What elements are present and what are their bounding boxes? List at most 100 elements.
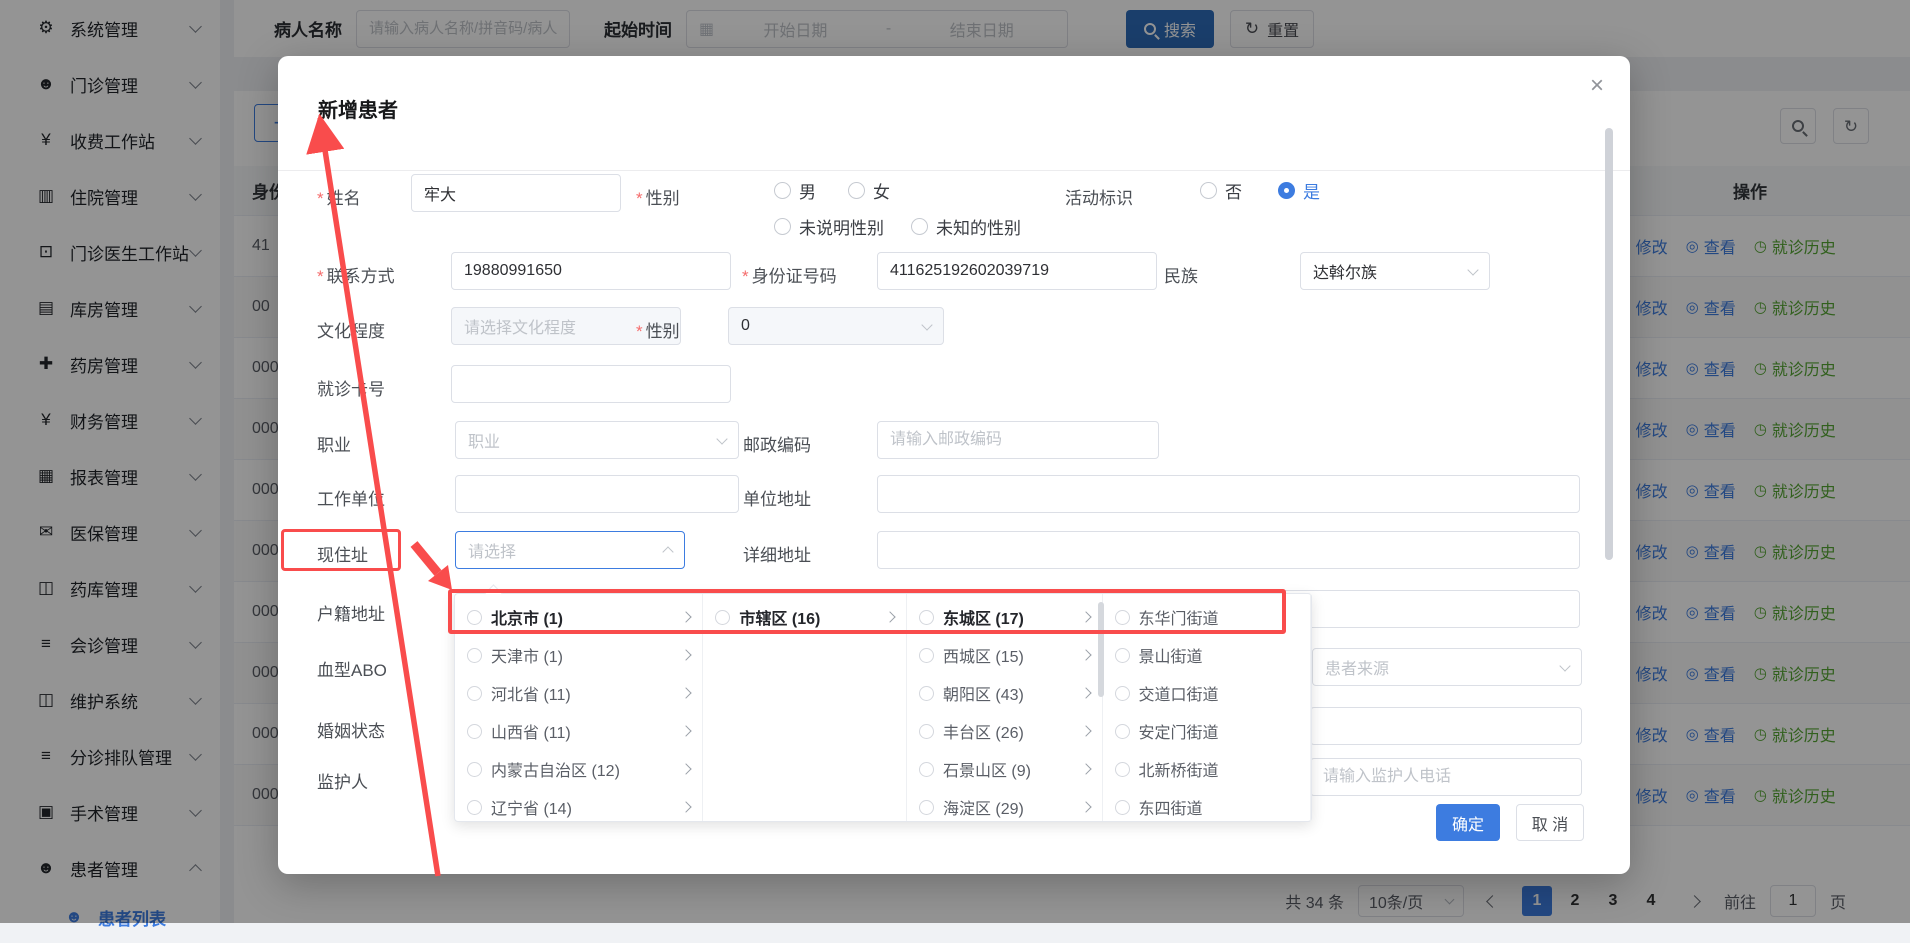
radio-icon [919,686,934,701]
unit-address-input[interactable] [877,475,1580,513]
chevron-right-icon [1080,687,1091,698]
cascader-option[interactable]: 东华门街道 [1103,598,1311,636]
radio-icon [1115,610,1130,625]
gender-radio-male[interactable]: 男 [774,178,816,203]
ethnicity-label: 民族 [1164,262,1198,287]
unit-address-label: 单位地址 [743,485,811,510]
active-flag-label: 活动标识 [1065,184,1133,209]
close-icon[interactable]: × [1590,74,1604,98]
detail-address-label: 详细地址 [743,541,811,566]
chevron-down-icon [921,319,932,330]
radio-icon [1115,800,1130,815]
cascader-option[interactable]: 东城区 (17) [907,598,1102,636]
modal-title: 新增患者 [318,94,398,123]
detail-address-input[interactable] [877,531,1580,569]
cascader-option[interactable]: 石景山区 (9) [907,750,1102,788]
radio-icon [919,610,934,625]
id-number-label: *身份证号码 [742,262,837,287]
radio-icon [467,800,482,815]
id-number-input[interactable] [877,252,1157,290]
cascader-option[interactable]: 东四街道 [1103,788,1311,821]
cascader-option[interactable]: 北新桥街道 [1103,750,1311,788]
gender-radio-female[interactable]: 女 [848,178,890,203]
occupation-select[interactable]: 职业 [455,421,739,459]
cascader-option[interactable]: 海淀区 (29) [907,788,1102,821]
gender-label: *性别 [636,184,680,209]
ethnicity-select[interactable]: 达斡尔族 [1300,252,1490,290]
radio-icon [467,648,482,663]
gender-code-select[interactable]: 0 [728,307,944,345]
name-input[interactable] [411,174,621,212]
address-cascader-panel: 北京市 (1) 天津市 (1) 河北省 (11) 山西省 [454,593,1312,822]
cascader-option[interactable]: 北京市 (1) [455,598,702,636]
chevron-right-icon [1080,725,1091,736]
cascader-option[interactable]: 安定门街道 [1103,712,1311,750]
guardian-phone-input[interactable] [1310,758,1582,796]
patient-source-select[interactable]: 患者来源 [1312,648,1582,686]
work-unit-label: 工作单位 [317,485,385,510]
radio-icon [1115,686,1130,701]
chevron-right-icon [681,725,692,736]
chevron-right-icon [681,649,692,660]
cancel-button[interactable]: 取 消 [1516,804,1584,841]
gender-radio-unstated[interactable]: 未说明性别 [774,214,884,239]
cascader-option[interactable]: 朝阳区 (43) [907,674,1102,712]
postal-code-input[interactable] [877,421,1159,459]
radio-icon [919,648,934,663]
modal-header-divider [278,170,1630,171]
visit-card-input[interactable] [451,365,731,403]
modal-scrollbar[interactable] [1605,128,1613,560]
radio-icon [919,724,934,739]
marital-status-input[interactable] [1310,707,1582,745]
radio-icon [467,724,482,739]
cascader-city-column: 市辖区 (16) [703,594,907,821]
chevron-down-icon [716,433,727,444]
radio-icon [1115,724,1130,739]
cascader-option[interactable]: 西城区 (15) [907,636,1102,674]
chevron-right-icon [681,763,692,774]
contact-input[interactable] [451,252,731,290]
marital-status-label: 婚姻状态 [317,717,385,742]
chevron-right-icon [1080,649,1091,660]
cascader-scrollbar[interactable] [1098,602,1104,697]
radio-icon [1200,182,1217,199]
cascader-option[interactable]: 景山街道 [1103,636,1311,674]
radio-icon [1115,648,1130,663]
current-address-label: 现住址 [317,541,368,566]
cascader-option[interactable]: 丰台区 (26) [907,712,1102,750]
cascader-option[interactable]: 天津市 (1) [455,636,702,674]
chevron-right-icon [884,611,895,622]
radio-icon [1115,762,1130,777]
add-patient-modal: 新增患者 × *姓名 *性别 男 女 活动标识 否 是 未说明性别 未知的性别 … [278,56,1630,874]
chevron-down-icon [1559,660,1570,671]
radio-icon [774,182,791,199]
active-flag-radio-yes[interactable]: 是 [1278,178,1320,203]
cascader-province-column: 北京市 (1) 天津市 (1) 河北省 (11) 山西省 [455,594,703,821]
radio-icon [467,762,482,777]
chevron-right-icon [681,611,692,622]
cascader-option[interactable]: 交道口街道 [1103,674,1311,712]
cascader-option[interactable]: 市辖区 (16) [703,598,906,636]
radio-icon [774,218,791,235]
cascader-option[interactable]: 辽宁省 (14) [455,788,702,821]
cascader-district-column: 东城区 (17) 西城区 (15) 朝阳区 (43) 丰台 [907,594,1103,821]
current-address-cascader[interactable]: 请选择 [455,531,685,569]
occupation-label: 职业 [317,431,351,456]
guardian-label: 监护人 [317,768,368,793]
visit-card-label: 就诊卡号 [317,375,385,400]
cascader-option[interactable]: 内蒙古自治区 (12) [455,750,702,788]
radio-icon [467,686,482,701]
cascader-option[interactable]: 河北省 (11) [455,674,702,712]
cascader-option[interactable]: 山西省 (11) [455,712,702,750]
household-address-label: 户籍地址 [317,600,385,625]
work-unit-input[interactable] [455,475,739,513]
chevron-right-icon [681,687,692,698]
gender-radio-unknown[interactable]: 未知的性别 [911,214,1021,239]
chevron-right-icon [1080,611,1091,622]
contact-label: *联系方式 [317,262,395,287]
confirm-button[interactable]: 确定 [1436,804,1500,841]
name-label: *姓名 [317,184,361,209]
radio-icon [919,800,934,815]
active-flag-radio-no[interactable]: 否 [1200,178,1242,203]
chevron-right-icon [1080,763,1091,774]
